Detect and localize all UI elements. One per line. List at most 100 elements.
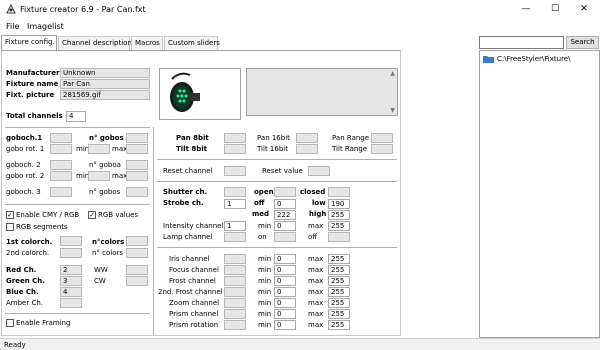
ngobos1-field[interactable] (126, 133, 148, 143)
goboch2-field[interactable] (50, 160, 72, 170)
fixture-tree[interactable]: C:\FreeStyler\Fixture\ (479, 50, 600, 338)
tilt-range-field[interactable] (371, 144, 393, 154)
channel-min-field[interactable]: 0 (274, 309, 296, 319)
tab-channel-description[interactable]: Channel description (58, 36, 132, 50)
shutter-ch-field[interactable] (224, 187, 246, 197)
gobo-rot1-max-field[interactable] (126, 144, 148, 154)
pan-range-field[interactable] (371, 133, 393, 143)
gobo-rot2-max-field[interactable] (126, 171, 148, 181)
fixture-name-field[interactable]: Par Can (60, 79, 150, 89)
tree-root-label[interactable]: C:\FreeStyler\Fixture\ (497, 54, 570, 64)
gobo-rot1-max-label: max (112, 145, 128, 153)
gobo-rot2-field[interactable] (50, 171, 72, 181)
lamp-off-field[interactable] (328, 232, 350, 242)
channel-max-field[interactable]: 255 (328, 298, 350, 308)
ncolors2-field[interactable] (126, 248, 148, 258)
channel-field[interactable] (224, 298, 246, 308)
menu-file[interactable]: File (6, 22, 19, 32)
off-field[interactable]: 0 (274, 199, 296, 209)
green-ch-field[interactable]: 3 (60, 276, 82, 286)
rgb-values-checkbox[interactable]: ✓ (88, 211, 96, 219)
enable-cmy-checkbox[interactable]: ✓ (6, 211, 14, 219)
closed-field[interactable] (328, 187, 350, 197)
green-ch-label: Green Ch. (6, 277, 45, 285)
strobe-ch-field[interactable]: 1 (224, 199, 246, 209)
intensity-min-field[interactable]: 0 (274, 221, 296, 231)
search-input[interactable] (479, 36, 564, 49)
channel-field[interactable] (224, 254, 246, 264)
reset-channel-field[interactable] (224, 166, 246, 176)
gobo-rot1-min-field[interactable] (88, 144, 110, 154)
tab-fixture-config[interactable]: Fixture config. (1, 35, 57, 50)
channel-field[interactable] (224, 276, 246, 286)
ww-field[interactable] (126, 265, 148, 275)
tab-strip: Fixture config. Channel description Macr… (1, 35, 241, 50)
tab-macros[interactable]: Macros (131, 36, 163, 50)
open-field[interactable] (274, 187, 296, 197)
description-box[interactable]: ▲ ▼ (246, 68, 398, 116)
pan16-field[interactable] (296, 133, 318, 143)
goboch3-field[interactable] (50, 187, 72, 197)
maximize-button[interactable]: ☐ (545, 2, 565, 16)
channel-min-field[interactable]: 0 (274, 320, 296, 330)
med-label: med (252, 210, 270, 218)
colorch1-field[interactable] (60, 236, 82, 246)
open-label: open (254, 188, 274, 196)
rgb-segments-checkbox[interactable] (6, 223, 14, 231)
channel-max-field[interactable]: 255 (328, 320, 350, 330)
goboch1-field[interactable] (50, 133, 72, 143)
lamp-off-label: off (308, 233, 318, 241)
gobo-rot2-min-field[interactable] (88, 171, 110, 181)
channel-min-label: min (258, 288, 272, 296)
channel-max-field[interactable]: 255 (328, 276, 350, 286)
search-button[interactable]: Search (566, 36, 599, 49)
low-field[interactable]: 190 (328, 199, 350, 209)
channel-field[interactable] (224, 287, 246, 297)
total-channels-field[interactable]: 4 (66, 111, 86, 122)
blue-ch-field[interactable]: 4 (60, 287, 82, 297)
gobo-rot1-field[interactable] (50, 144, 72, 154)
channel-max-field[interactable]: 255 (328, 287, 350, 297)
red-ch-field[interactable]: 2 (60, 265, 82, 275)
ncolors-field[interactable] (126, 236, 148, 246)
channel-min-field[interactable]: 0 (274, 254, 296, 264)
pan8-field[interactable] (224, 133, 246, 143)
ngobos3-field[interactable] (126, 187, 148, 197)
channel-min-field[interactable]: 0 (274, 276, 296, 286)
menu-imagelist[interactable]: Imagelist (27, 22, 64, 32)
lamp-channel-label: Lamp channel (163, 233, 213, 241)
high-field[interactable]: 255 (328, 210, 350, 220)
tab-custom-sliders[interactable]: Custom sliders (164, 36, 220, 50)
amber-ch-field[interactable] (60, 298, 82, 308)
channel-min-field[interactable]: 0 (274, 298, 296, 308)
med-field[interactable]: 222 (274, 210, 296, 220)
channel-max-field[interactable]: 255 (328, 309, 350, 319)
channel-field[interactable] (224, 265, 246, 275)
scroll-down-icon[interactable]: ▼ (390, 107, 395, 114)
manufacturer-field[interactable]: Unknown (60, 68, 150, 78)
colorch2-field[interactable] (60, 248, 82, 258)
close-button[interactable]: ✕ (574, 2, 594, 16)
channel-max-field[interactable]: 255 (328, 265, 350, 275)
channel-min-field[interactable]: 0 (274, 287, 296, 297)
minimize-button[interactable]: — (516, 2, 536, 16)
channel-min-label: min (258, 277, 272, 285)
reset-value-field[interactable] (308, 166, 330, 176)
ngoboa-field[interactable] (126, 160, 148, 170)
intensity-channel-field[interactable]: 1 (224, 221, 246, 231)
intensity-max-field[interactable]: 255 (328, 221, 350, 231)
channel-min-field[interactable]: 0 (274, 265, 296, 275)
channel-max-label: max (308, 321, 324, 329)
lamp-channel-field[interactable] (224, 232, 246, 242)
fixture-picture-field[interactable]: 281569.gif (60, 90, 150, 100)
cw-field[interactable] (126, 276, 148, 286)
lamp-on-field[interactable] (274, 232, 296, 242)
fixture-picture[interactable] (159, 68, 241, 120)
channel-field[interactable] (224, 320, 246, 330)
channel-max-field[interactable]: 255 (328, 254, 350, 264)
scroll-up-icon[interactable]: ▲ (390, 70, 395, 77)
enable-framing-checkbox[interactable] (6, 319, 14, 327)
tilt8-field[interactable] (224, 144, 246, 154)
channel-field[interactable] (224, 309, 246, 319)
tilt16-field[interactable] (296, 144, 318, 154)
